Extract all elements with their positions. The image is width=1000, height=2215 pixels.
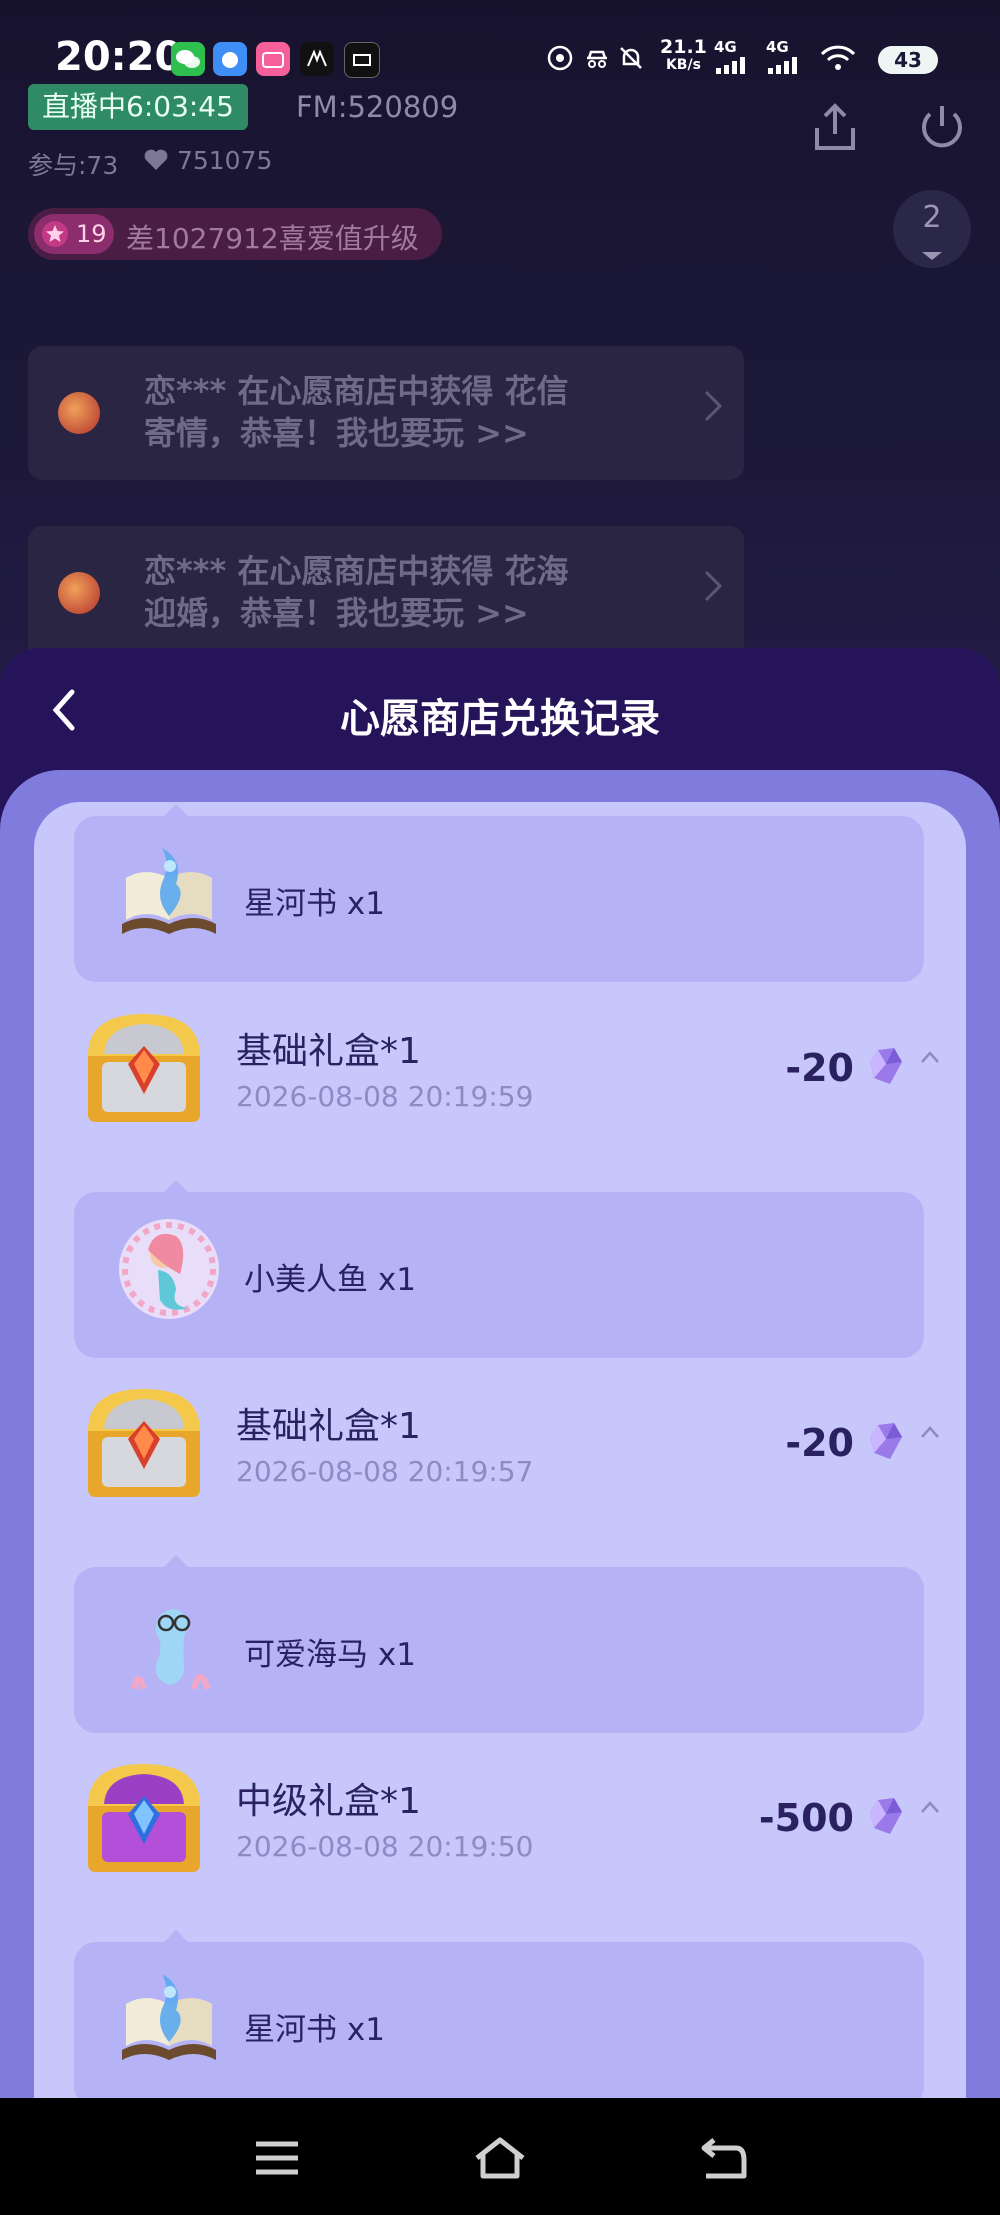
avatar <box>58 392 100 434</box>
power-button[interactable] <box>912 98 972 158</box>
reward-name: 星河书 x1 <box>244 2012 385 2048</box>
tieba-icon <box>213 42 247 76</box>
star-river-book-icon <box>122 848 216 934</box>
records-panel: 星河书 x1 基础礼盒*1 2026-08-08 20:19:59 -20 小美… <box>0 770 1000 2142</box>
system-navigation-bar <box>0 2098 1000 2215</box>
back-icon <box>701 2138 747 2179</box>
star-river-book-icon <box>122 1974 216 2060</box>
power-icon <box>922 106 962 148</box>
crystal-currency-icon <box>870 1798 902 1834</box>
mute-bell-icon <box>617 44 645 76</box>
heart-icon <box>144 149 168 170</box>
menu-button[interactable] <box>250 2134 304 2182</box>
like-count: 751075 <box>143 146 272 175</box>
bilibili-icon <box>256 42 290 76</box>
exchange-record-sheet: 心愿商店兑换记录 星河书 x1 基础礼盒*1 2026-08-08 20:19:… <box>0 648 1000 2142</box>
gift-chest-icon <box>88 1014 200 1122</box>
record-title: 基础礼盒*1 <box>236 1031 421 1072</box>
star-icon <box>42 221 68 247</box>
notice-line: 恋*** 在心愿商店中获得 花信 <box>144 372 569 410</box>
reward-name: 可爱海马 x1 <box>244 1637 416 1673</box>
level-upgrade-text: 差1027912喜爱值升级 <box>126 222 419 255</box>
records-list[interactable]: 星河书 x1 基础礼盒*1 2026-08-08 20:19:59 -20 小美… <box>34 802 966 2142</box>
chevron-up-icon[interactable] <box>920 1425 940 1439</box>
little-mermaid-icon <box>119 1219 219 1319</box>
notice-line: 寄情，恭喜！我也要玩 >> <box>144 414 529 452</box>
card-notch <box>164 1555 188 1567</box>
clock: 20:20 <box>55 34 183 80</box>
live-status-badge: 直播中6:03:45 <box>28 84 248 130</box>
mid-gift-chest-icon <box>88 1764 200 1872</box>
participant-count: 参与:73 <box>28 151 119 180</box>
reward-name: 小美人鱼 x1 <box>244 1262 416 1298</box>
chevron-up-icon[interactable] <box>920 1050 940 1064</box>
exchange-record[interactable]: 基础礼盒*1 2026-08-08 20:19:57 -20 <box>34 1367 966 1517</box>
gift-notice[interactable]: 恋*** 在心愿商店中获得 花信 寄情，恭喜！我也要玩 >> <box>28 346 744 480</box>
card-notch <box>164 804 188 816</box>
app-icon <box>300 42 334 76</box>
home-icon <box>475 2137 525 2179</box>
wechat-icon <box>171 42 205 76</box>
arrow-down-icon <box>922 252 942 260</box>
exchange-record[interactable]: 基础礼盒*1 2026-08-08 20:19:59 -20 <box>34 992 966 1142</box>
notice-text: 恋*** 在心愿商店中获得 花信 寄情，恭喜！我也要玩 >> <box>144 370 644 454</box>
incognito-icon <box>583 44 611 76</box>
card-notch <box>164 1930 188 1942</box>
battery-indicator: 43 <box>878 46 938 74</box>
record-cost: -20 <box>785 1046 854 1090</box>
like-count-value: 751075 <box>176 146 273 175</box>
reward-card: 小美人鱼 x1 <box>74 1180 924 1358</box>
avatar <box>58 572 100 614</box>
reward-name: 星河书 x1 <box>244 886 385 922</box>
wifi-icon <box>818 42 858 78</box>
cute-seahorse-icon <box>131 1609 211 1691</box>
record-time: 2026-08-08 20:19:50 <box>236 1830 534 1863</box>
share-button[interactable] <box>805 98 865 158</box>
notice-text: 恋*** 在心愿商店中获得 花海 迎婚，恭喜！我也要玩 >> <box>144 550 644 634</box>
level-progress-pill[interactable]: 19 差1027912喜爱值升级 <box>28 208 442 260</box>
home-button[interactable] <box>473 2134 527 2182</box>
share-icon <box>815 103 855 150</box>
queue-button[interactable]: 2 <box>893 190 971 268</box>
signal-bars-icon <box>716 57 745 74</box>
speed-value: 21.1 <box>660 36 707 58</box>
exchange-record[interactable]: 中级礼盒*1 2026-08-08 20:19:50 -500 <box>34 1742 966 1892</box>
crystal-currency-icon <box>870 1423 902 1459</box>
chevron-up-icon[interactable] <box>920 1800 940 1814</box>
back-nav-button[interactable] <box>696 2134 750 2182</box>
card-notch <box>164 1180 188 1192</box>
fm-number: FM:520809 <box>296 90 459 124</box>
chevron-right-icon <box>702 386 724 436</box>
gift-notice[interactable]: 恋*** 在心愿商店中获得 花海 迎婚，恭喜！我也要玩 >> <box>28 526 744 660</box>
net-label-2: 4G <box>766 38 789 56</box>
signal-4g-1: 4G <box>714 38 750 78</box>
speed-unit: KB/s <box>665 57 701 73</box>
reward-card: 可爱海马 x1 <box>74 1555 924 1733</box>
reward-card: 星河书 x1 <box>74 1930 924 2108</box>
notice-line: 恋*** 在心愿商店中获得 花海 <box>144 552 569 590</box>
notice-line: 迎婚，恭喜！我也要玩 >> <box>144 594 529 632</box>
record-cost: -20 <box>785 1421 854 1465</box>
record-time: 2026-08-08 20:19:59 <box>236 1080 534 1113</box>
record-time: 2026-08-08 20:19:57 <box>236 1455 534 1488</box>
record-title: 基础礼盒*1 <box>236 1406 421 1447</box>
signal-4g-2: 4G <box>766 38 802 78</box>
menu-icon <box>256 2141 298 2175</box>
record-title: 中级礼盒*1 <box>236 1781 421 1822</box>
net-label-1: 4G <box>714 38 737 56</box>
sheet-title: 心愿商店兑换记录 <box>340 696 660 742</box>
chevron-right-icon <box>702 566 724 616</box>
network-speed: 21.1 KB/s <box>660 38 707 74</box>
queue-count: 2 <box>922 200 942 235</box>
reward-card: 星河书 x1 <box>74 804 924 982</box>
app-icon <box>344 42 380 78</box>
signal-bars-icon <box>768 57 797 74</box>
crystal-currency-icon <box>870 1048 902 1084</box>
gift-chest-icon <box>88 1389 200 1497</box>
nfc-icon <box>546 44 574 76</box>
level-badge: 19 <box>34 214 114 254</box>
level-number: 19 <box>76 220 107 248</box>
status-bar: 20:20 21.1 KB/s 4G 4G 43 <box>0 0 1000 90</box>
record-cost: -500 <box>758 1796 854 1840</box>
